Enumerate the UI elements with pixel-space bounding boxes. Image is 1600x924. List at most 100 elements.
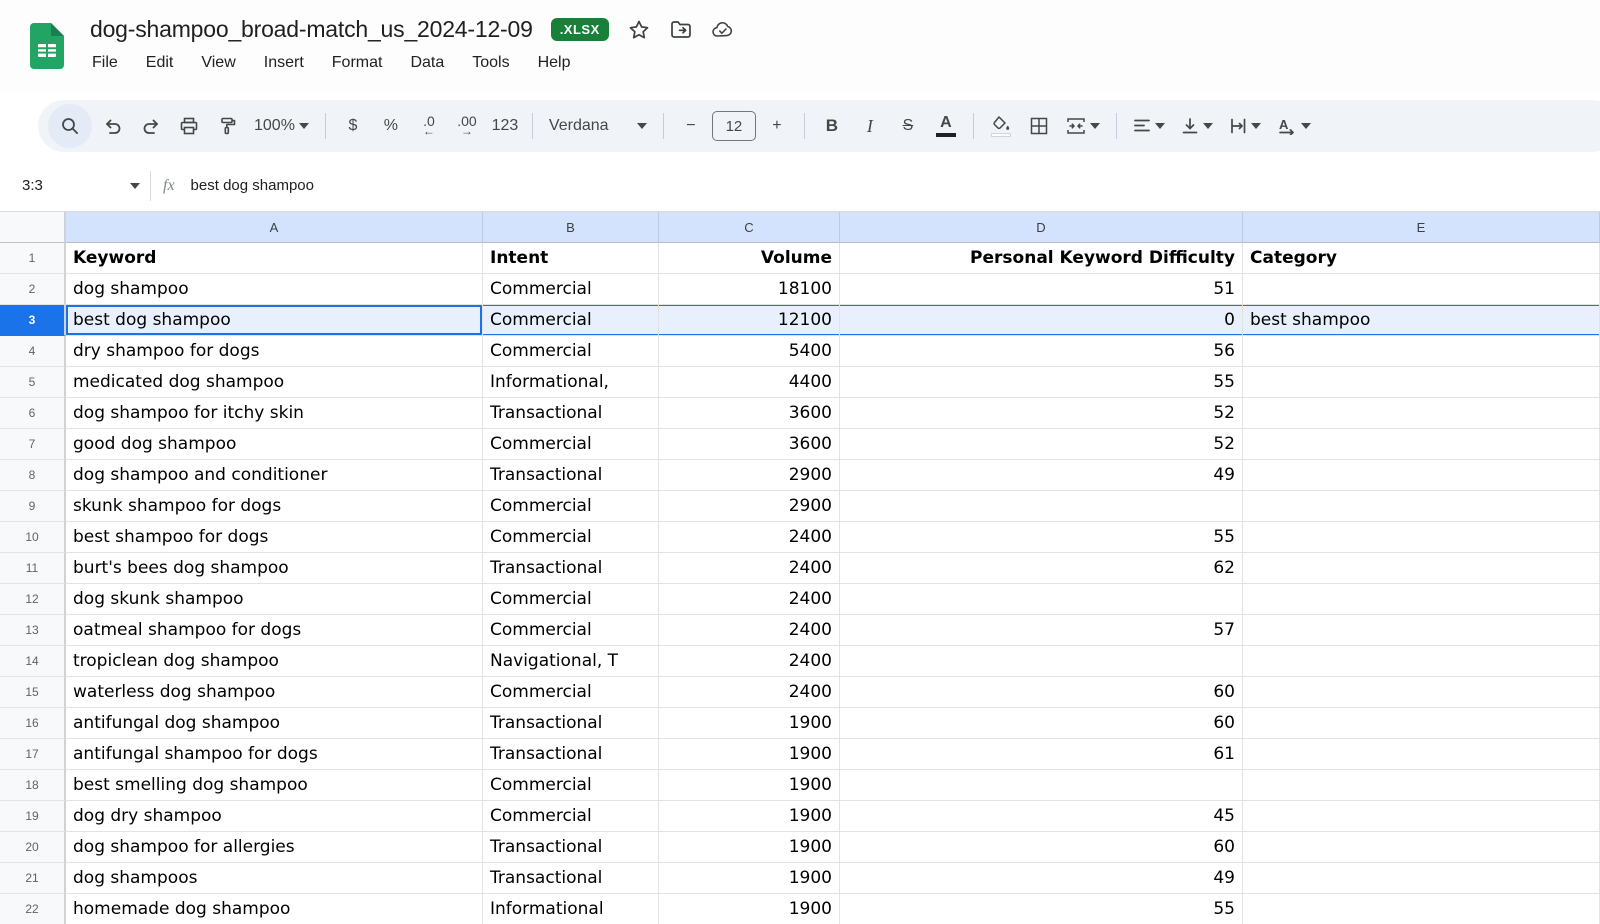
cell-D15[interactable]: 60 bbox=[840, 677, 1243, 708]
cell-E18[interactable] bbox=[1243, 770, 1600, 801]
cell-B20[interactable]: Transactional bbox=[483, 832, 659, 863]
cell-C22[interactable]: 1900 bbox=[659, 894, 840, 924]
cell-A21[interactable]: dog shampoos bbox=[66, 863, 483, 894]
row-header-13[interactable]: 13 bbox=[0, 615, 66, 646]
cell-A8[interactable]: dog shampoo and conditioner bbox=[66, 460, 483, 491]
row-header-22[interactable]: 22 bbox=[0, 894, 66, 924]
percent-format-icon[interactable]: % bbox=[374, 108, 408, 144]
menu-insert[interactable]: Insert bbox=[262, 52, 306, 74]
increase-font-size-button[interactable]: + bbox=[760, 108, 794, 144]
row-header-14[interactable]: 14 bbox=[0, 646, 66, 677]
cell-E21[interactable] bbox=[1243, 863, 1600, 894]
cell-D6[interactable]: 52 bbox=[840, 398, 1243, 429]
cell-C1[interactable]: Volume bbox=[659, 243, 840, 274]
cell-B7[interactable]: Commercial bbox=[483, 429, 659, 460]
font-size-input[interactable]: 12 bbox=[712, 111, 756, 141]
cloud-status-icon[interactable] bbox=[711, 18, 735, 42]
cell-E10[interactable] bbox=[1243, 522, 1600, 553]
cell-D11[interactable]: 62 bbox=[840, 553, 1243, 584]
cell-C10[interactable]: 2400 bbox=[659, 522, 840, 553]
cell-A22[interactable]: homemade dog shampoo bbox=[66, 894, 483, 924]
cell-D4[interactable]: 56 bbox=[840, 336, 1243, 367]
cell-C16[interactable]: 1900 bbox=[659, 708, 840, 739]
cell-A6[interactable]: dog shampoo for itchy skin bbox=[66, 398, 483, 429]
cell-C4[interactable]: 5400 bbox=[659, 336, 840, 367]
cell-C15[interactable]: 2400 bbox=[659, 677, 840, 708]
cell-B12[interactable]: Commercial bbox=[483, 584, 659, 615]
cell-D1[interactable]: Personal Keyword Difficulty bbox=[840, 243, 1243, 274]
print-icon[interactable] bbox=[172, 108, 206, 144]
cell-E3[interactable]: best shampoo bbox=[1243, 305, 1600, 336]
cell-A7[interactable]: good dog shampoo bbox=[66, 429, 483, 460]
cell-B1[interactable]: Intent bbox=[483, 243, 659, 274]
row-header-3[interactable]: 3 bbox=[0, 305, 66, 336]
row-header-6[interactable]: 6 bbox=[0, 398, 66, 429]
cell-C14[interactable]: 2400 bbox=[659, 646, 840, 677]
cell-C20[interactable]: 1900 bbox=[659, 832, 840, 863]
search-icon[interactable] bbox=[48, 104, 92, 148]
cell-A17[interactable]: antifungal shampoo for dogs bbox=[66, 739, 483, 770]
row-header-9[interactable]: 9 bbox=[0, 491, 66, 522]
row-header-20[interactable]: 20 bbox=[0, 832, 66, 863]
currency-format-icon[interactable]: $ bbox=[336, 108, 370, 144]
italic-icon[interactable]: I bbox=[853, 108, 887, 144]
vertical-align-icon[interactable] bbox=[1175, 117, 1219, 135]
cell-C19[interactable]: 1900 bbox=[659, 801, 840, 832]
cell-B8[interactable]: Transactional bbox=[483, 460, 659, 491]
row-header-18[interactable]: 18 bbox=[0, 770, 66, 801]
cell-E6[interactable] bbox=[1243, 398, 1600, 429]
decrease-font-size-button[interactable]: − bbox=[674, 108, 708, 144]
column-header-E[interactable]: E bbox=[1243, 212, 1600, 243]
cell-D12[interactable] bbox=[840, 584, 1243, 615]
font-select[interactable]: Verdana bbox=[543, 117, 653, 135]
menu-tools[interactable]: Tools bbox=[470, 52, 511, 74]
menu-format[interactable]: Format bbox=[330, 52, 385, 74]
cell-E9[interactable] bbox=[1243, 491, 1600, 522]
cell-B5[interactable]: Informational, bbox=[483, 367, 659, 398]
row-header-2[interactable]: 2 bbox=[0, 274, 66, 305]
menu-file[interactable]: File bbox=[90, 52, 120, 74]
cell-C17[interactable]: 1900 bbox=[659, 739, 840, 770]
menu-data[interactable]: Data bbox=[408, 52, 446, 74]
cell-C8[interactable]: 2900 bbox=[659, 460, 840, 491]
cell-B2[interactable]: Commercial bbox=[483, 274, 659, 305]
cell-D21[interactable]: 49 bbox=[840, 863, 1243, 894]
cell-C9[interactable]: 2900 bbox=[659, 491, 840, 522]
text-rotation-icon[interactable]: A bbox=[1271, 117, 1317, 135]
fill-color-icon[interactable] bbox=[984, 108, 1018, 144]
cell-E5[interactable] bbox=[1243, 367, 1600, 398]
row-header-21[interactable]: 21 bbox=[0, 863, 66, 894]
row-header-19[interactable]: 19 bbox=[0, 801, 66, 832]
column-header-B[interactable]: B bbox=[483, 212, 659, 243]
cell-A16[interactable]: antifungal dog shampoo bbox=[66, 708, 483, 739]
row-header-10[interactable]: 10 bbox=[0, 522, 66, 553]
zoom-select[interactable]: 100% bbox=[248, 117, 315, 135]
cell-E1[interactable]: Category bbox=[1243, 243, 1600, 274]
cell-B13[interactable]: Commercial bbox=[483, 615, 659, 646]
borders-icon[interactable] bbox=[1022, 108, 1056, 144]
cell-C12[interactable]: 2400 bbox=[659, 584, 840, 615]
menu-help[interactable]: Help bbox=[536, 52, 573, 74]
cell-A1[interactable]: Keyword bbox=[66, 243, 483, 274]
cell-D8[interactable]: 49 bbox=[840, 460, 1243, 491]
cell-D22[interactable]: 55 bbox=[840, 894, 1243, 924]
cell-E4[interactable] bbox=[1243, 336, 1600, 367]
cell-B15[interactable]: Commercial bbox=[483, 677, 659, 708]
cell-E17[interactable] bbox=[1243, 739, 1600, 770]
cell-D10[interactable]: 55 bbox=[840, 522, 1243, 553]
cell-A10[interactable]: best shampoo for dogs bbox=[66, 522, 483, 553]
cell-A9[interactable]: skunk shampoo for dogs bbox=[66, 491, 483, 522]
cell-E13[interactable] bbox=[1243, 615, 1600, 646]
column-header-D[interactable]: D bbox=[840, 212, 1243, 243]
row-header-11[interactable]: 11 bbox=[0, 553, 66, 584]
sheets-logo-icon[interactable] bbox=[30, 23, 64, 69]
cell-B11[interactable]: Transactional bbox=[483, 553, 659, 584]
menu-view[interactable]: View bbox=[199, 52, 237, 74]
cell-A18[interactable]: best smelling dog shampoo bbox=[66, 770, 483, 801]
star-icon[interactable] bbox=[627, 18, 651, 42]
cell-C5[interactable]: 4400 bbox=[659, 367, 840, 398]
cell-C11[interactable]: 2400 bbox=[659, 553, 840, 584]
text-wrap-icon[interactable] bbox=[1223, 117, 1267, 135]
cell-D2[interactable]: 51 bbox=[840, 274, 1243, 305]
redo-icon[interactable] bbox=[134, 108, 168, 144]
